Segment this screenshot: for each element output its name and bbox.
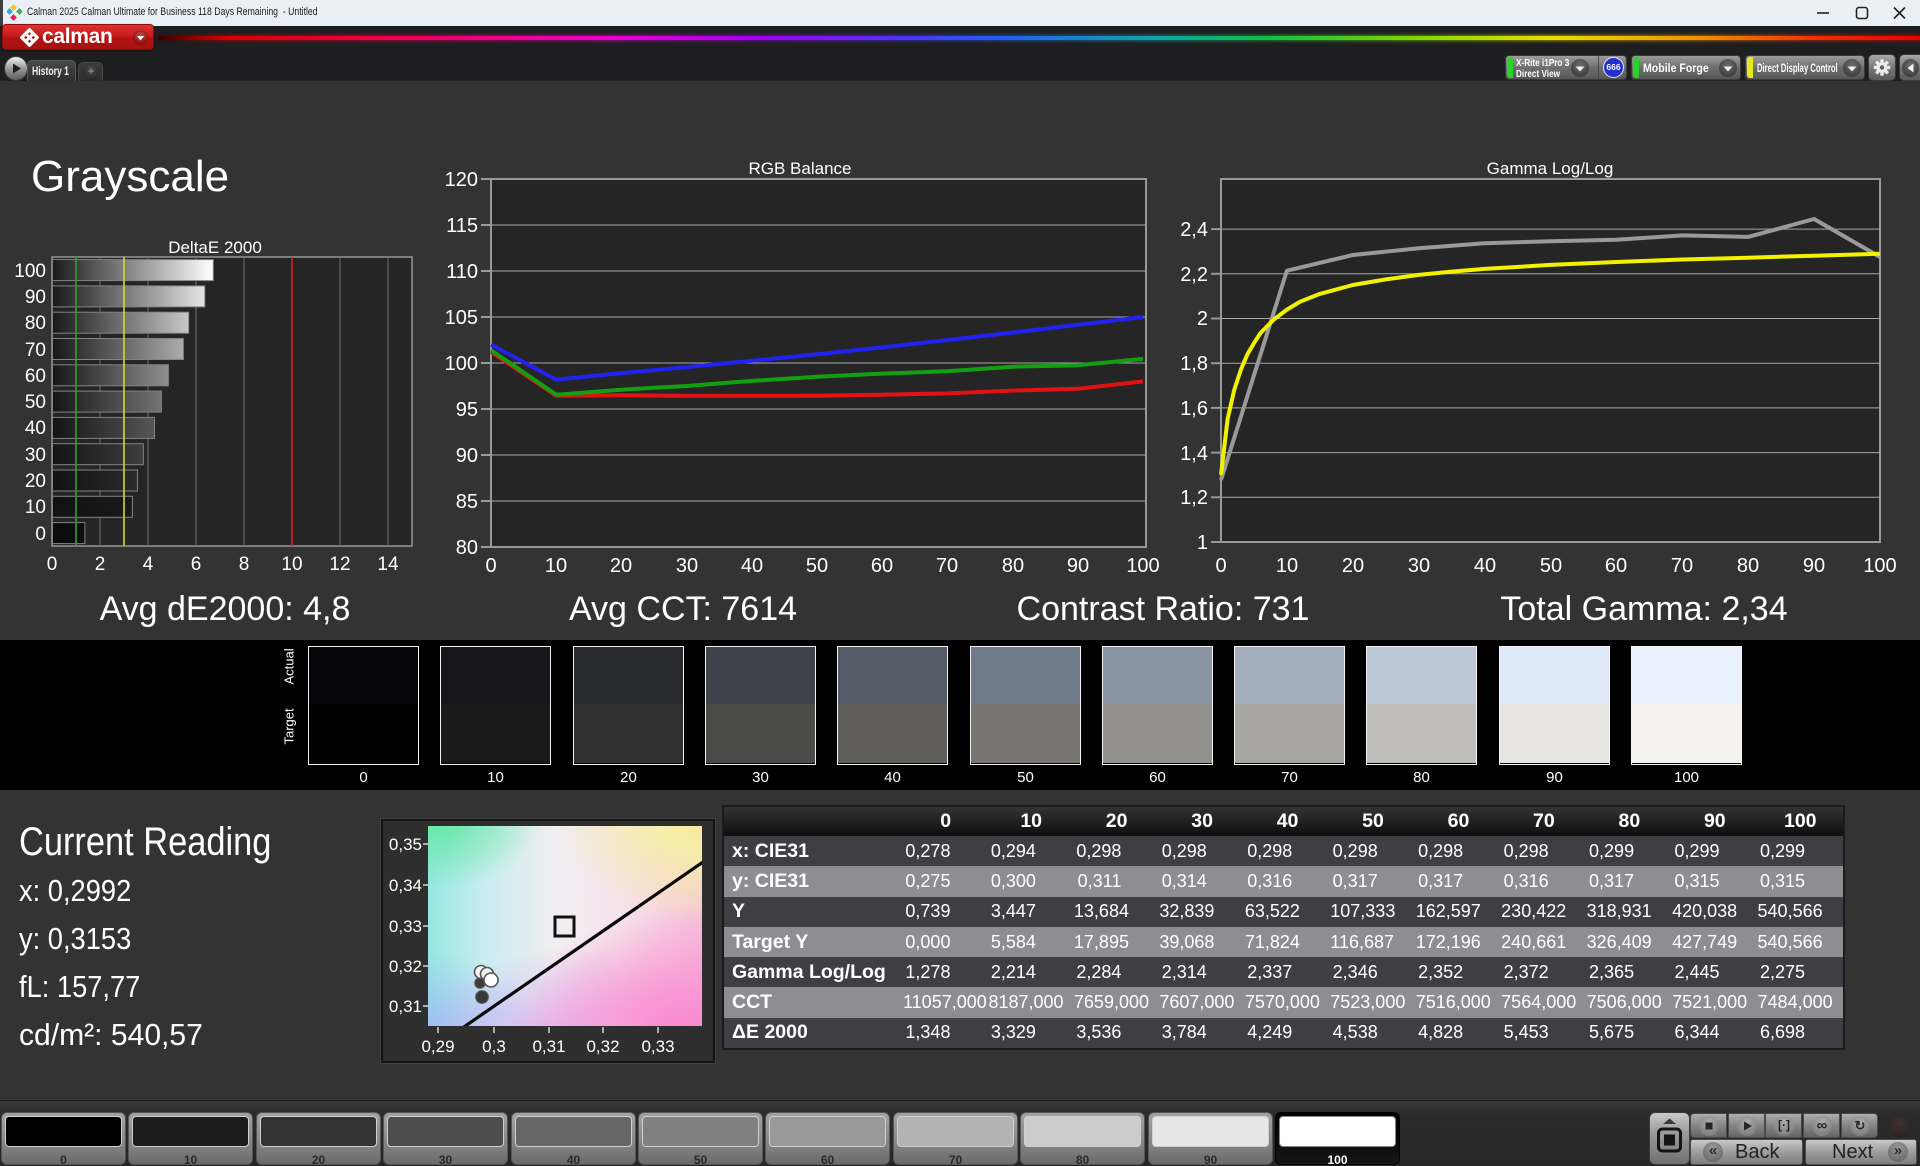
- svg-text:40: 40: [741, 555, 763, 577]
- svg-text:0,33: 0,33: [641, 1037, 674, 1056]
- svg-text:90: 90: [456, 445, 478, 467]
- svg-text:0: 0: [35, 524, 46, 545]
- svg-text:1,4: 1,4: [1180, 443, 1208, 465]
- svg-text:60: 60: [871, 555, 893, 577]
- svg-text:40: 40: [1474, 555, 1496, 577]
- svg-text:110: 110: [446, 261, 478, 283]
- svg-text:50: 50: [25, 392, 46, 413]
- svg-text:10: 10: [281, 554, 302, 575]
- svg-text:70: 70: [936, 555, 958, 577]
- svg-text:0,32: 0,32: [389, 957, 422, 976]
- svg-text:2,4: 2,4: [1180, 219, 1208, 241]
- svg-text:2,2: 2,2: [1180, 264, 1208, 286]
- svg-text:0,31: 0,31: [532, 1037, 565, 1056]
- svg-text:80: 80: [1737, 555, 1759, 577]
- svg-text:1,8: 1,8: [1180, 353, 1208, 375]
- svg-text:Gamma Log/Log: Gamma Log/Log: [1487, 159, 1614, 178]
- svg-text:100: 100: [445, 353, 478, 375]
- svg-text:0,32: 0,32: [586, 1037, 619, 1056]
- svg-text:0: 0: [47, 554, 58, 575]
- svg-text:12: 12: [329, 554, 350, 575]
- svg-text:20: 20: [610, 555, 632, 577]
- svg-text:RGB Balance: RGB Balance: [749, 159, 852, 178]
- svg-text:2: 2: [95, 554, 106, 575]
- svg-text:60: 60: [1605, 555, 1627, 577]
- svg-text:0: 0: [485, 555, 496, 577]
- svg-text:0: 0: [1215, 555, 1226, 577]
- svg-text:0,33: 0,33: [389, 917, 422, 936]
- svg-text:100: 100: [1863, 555, 1896, 577]
- svg-text:95: 95: [456, 399, 478, 421]
- svg-text:70: 70: [25, 340, 46, 361]
- svg-text:90: 90: [25, 287, 46, 308]
- svg-text:30: 30: [25, 445, 46, 466]
- svg-text:60: 60: [25, 366, 46, 387]
- svg-text:40: 40: [25, 418, 46, 439]
- svg-text:80: 80: [1002, 555, 1024, 577]
- svg-text:1,6: 1,6: [1180, 398, 1208, 420]
- svg-text:1: 1: [1197, 532, 1208, 554]
- svg-text:6: 6: [191, 554, 202, 575]
- svg-text:30: 30: [1408, 555, 1430, 577]
- svg-text:DeltaE 2000: DeltaE 2000: [168, 238, 262, 257]
- svg-text:50: 50: [1540, 555, 1562, 577]
- svg-text:2: 2: [1197, 308, 1208, 330]
- svg-text:20: 20: [1342, 555, 1364, 577]
- svg-text:10: 10: [25, 497, 46, 518]
- svg-text:115: 115: [446, 215, 478, 237]
- svg-text:80: 80: [456, 537, 478, 559]
- svg-text:8: 8: [239, 554, 250, 575]
- svg-text:90: 90: [1067, 555, 1089, 577]
- svg-text:10: 10: [545, 555, 567, 577]
- svg-text:90: 90: [1803, 555, 1825, 577]
- svg-text:100: 100: [14, 261, 46, 282]
- svg-text:0,3: 0,3: [482, 1037, 506, 1056]
- svg-text:120: 120: [445, 169, 478, 191]
- svg-text:1,2: 1,2: [1180, 487, 1208, 509]
- svg-text:50: 50: [806, 555, 828, 577]
- svg-text:10: 10: [1276, 555, 1298, 577]
- svg-text:70: 70: [1671, 555, 1693, 577]
- svg-text:14: 14: [377, 554, 399, 575]
- svg-text:20: 20: [25, 471, 46, 492]
- svg-text:30: 30: [676, 555, 698, 577]
- svg-text:0,35: 0,35: [389, 835, 422, 854]
- svg-text:0,29: 0,29: [421, 1037, 454, 1056]
- svg-text:105: 105: [445, 307, 478, 329]
- svg-text:85: 85: [456, 491, 478, 513]
- svg-text:80: 80: [25, 313, 46, 334]
- svg-text:100: 100: [1126, 555, 1159, 577]
- svg-text:4: 4: [143, 554, 154, 575]
- svg-text:0,31: 0,31: [389, 997, 422, 1016]
- svg-text:0,34: 0,34: [389, 876, 422, 895]
